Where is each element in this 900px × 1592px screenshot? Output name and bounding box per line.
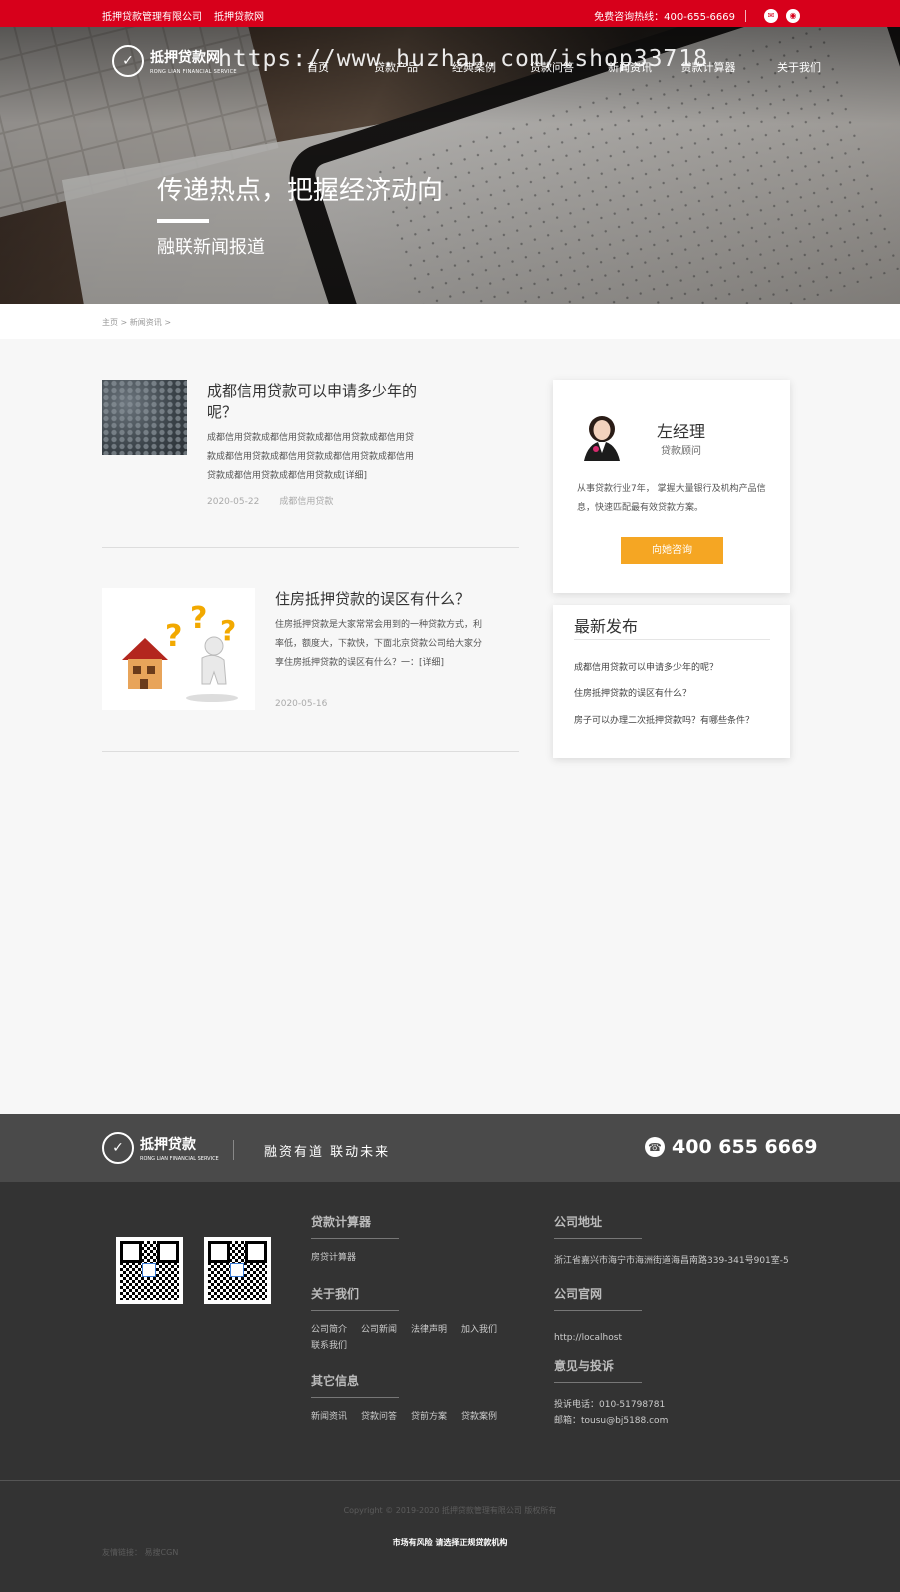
footer-link[interactable]: 贷款案例 bbox=[461, 1412, 497, 1422]
article-title[interactable]: 住房抵押贷款的误区有什么？ bbox=[275, 589, 515, 610]
article-meta: 2020-05-16 bbox=[275, 699, 327, 709]
footer-link[interactable]: 公司新闻 bbox=[361, 1325, 397, 1335]
advisor-intro: 从事贷款行业7年， 掌握大量银行及机构产品信息，快速匹配最有效贷款方案。 bbox=[577, 484, 766, 513]
hotline-text: 免费咨询热线：400-655-6669 bbox=[594, 12, 735, 23]
article-thumbnail[interactable]: ? ? ? bbox=[102, 588, 255, 710]
house-question-illustration: ? ? ? bbox=[122, 601, 238, 702]
footer-link[interactable]: 贷前方案 bbox=[411, 1412, 447, 1422]
consult-button[interactable]: 向她咨询 bbox=[621, 537, 723, 564]
top-bar: 抵押贷款管理有限公司 抵押贷款网 免费咨询热线：400-655-6669 ✉ ◉ bbox=[0, 0, 900, 27]
article-tag[interactable]: 成都信用贷款 bbox=[279, 497, 333, 507]
footer-heading-underline bbox=[554, 1310, 642, 1311]
hero-subtitle: 融联新闻报道 bbox=[157, 237, 265, 258]
footer-col-other: 其它信息 新闻资讯 贷款问答 贷前方案 贷款案例 bbox=[311, 1372, 521, 1422]
footer-heading-underline bbox=[554, 1382, 642, 1383]
site-link[interactable]: 抵押贷款网 bbox=[214, 8, 264, 23]
article-desc: 成都信用贷款成都信用贷款成都信用贷款成都信用贷款成都信用贷款成都信用贷款成都信用… bbox=[207, 433, 415, 481]
article-meta: 2020-05-22 成都信用贷款 bbox=[207, 494, 333, 507]
footer-heading: 贷款计算器 bbox=[311, 1215, 372, 1229]
footer-divider bbox=[233, 1140, 234, 1160]
wechat-icon[interactable]: ✉ bbox=[764, 8, 778, 23]
footer-complaint-email: 邮箱：tousu@bj5188.com bbox=[554, 1416, 669, 1426]
breadcrumb-text[interactable]: 主页 > 新闻资讯 > bbox=[102, 317, 171, 328]
footer-heading-underline bbox=[311, 1238, 399, 1239]
footer-col-calculator: 贷款计算器 房贷计算器 bbox=[311, 1213, 521, 1263]
divider bbox=[745, 9, 746, 22]
article-desc: 住房抵押贷款是大家常常会用到的一种贷款方式，利率低，额度大，下款快，下面北京贷款… bbox=[275, 620, 483, 668]
friend-links[interactable]: 友情链接： 易搜CGN bbox=[102, 1547, 178, 1558]
footer-heading: 关于我们 bbox=[311, 1287, 360, 1301]
nav-item-about[interactable]: 关于我们 bbox=[747, 59, 821, 75]
footer-heading: 公司官网 bbox=[554, 1287, 603, 1301]
recent-post-link[interactable]: 房子可以办理二次抵押贷款吗？有哪些条件？ bbox=[574, 713, 754, 726]
recent-posts-card: 最新发布 成都信用贷款可以申请多少年的呢？ 住房抵押贷款的误区有什么？ 房子可以… bbox=[553, 605, 790, 758]
logo-icon: ✓ bbox=[112, 45, 144, 77]
copyright-text: Copyright © 2019-2020 抵押贷款管理有限公司 版权所有 bbox=[343, 1506, 557, 1515]
hero-text: 传递热点，把握经济动向 融联新闻报道 bbox=[157, 170, 443, 259]
advisor-name: 左经理 bbox=[657, 422, 706, 441]
hero-title-underline bbox=[157, 219, 209, 223]
hero-title: 传递热点，把握经济动向 bbox=[157, 176, 444, 206]
advisor-avatar bbox=[584, 416, 620, 461]
article-thumbnail[interactable] bbox=[102, 380, 187, 455]
footer-website-link[interactable]: http://localhost bbox=[554, 1333, 622, 1343]
footer-col-about: 关于我们 公司简介 公司新闻 法律声明 加入我们 联系我们 bbox=[311, 1285, 521, 1351]
footer-heading: 意见与投诉 bbox=[554, 1359, 615, 1373]
watermark-text: https://www.huzhan.com/ishop33718 bbox=[218, 46, 708, 72]
footer-logo[interactable]: ✓ 抵押贷款 RONG LIAN FINANCIAL SERVICE bbox=[102, 1132, 219, 1164]
list-item[interactable]: ? ? ? 住房抵押贷款的误区有什么？ 住房抵押贷款是大家常常会用到的一种贷款方… bbox=[102, 588, 519, 752]
footer-logo-en: RONG LIAN FINANCIAL SERVICE bbox=[140, 1156, 219, 1162]
recent-post-link[interactable]: 成都信用贷款可以申请多少年的呢？ bbox=[574, 660, 718, 673]
qr-code-icon bbox=[204, 1237, 271, 1304]
article-date: 2020-05-16 bbox=[275, 699, 328, 709]
footer-heading-underline bbox=[311, 1397, 399, 1398]
footer-heading: 公司地址 bbox=[554, 1215, 603, 1229]
recent-posts-title: 最新发布 bbox=[574, 617, 639, 636]
footer-phone: ☎ 400 655 6669 bbox=[645, 1136, 817, 1158]
footer-complaint-phone: 投诉电话：010-51798781 bbox=[554, 1400, 666, 1410]
company-link[interactable]: 抵押贷款管理有限公司 bbox=[102, 8, 202, 23]
recent-post-link[interactable]: 住房抵押贷款的误区有什么？ bbox=[574, 686, 691, 699]
footer-heading-underline bbox=[554, 1238, 642, 1239]
svg-text:?: ? bbox=[220, 614, 236, 647]
footer-link[interactable]: 加入我们 bbox=[461, 1325, 497, 1335]
article-title[interactable]: 成都信用贷款可以申请多少年的呢？ bbox=[207, 381, 427, 423]
footer-col-address: 公司地址 浙江省嘉兴市海宁市海洲街道海昌南路339-341号901室-5 bbox=[554, 1213, 789, 1269]
breadcrumb: 主页 > 新闻资讯 > bbox=[0, 304, 900, 339]
footer-main: 贷款计算器 房贷计算器 关于我们 公司简介 公司新闻 法律声明 加入我们 联系我… bbox=[0, 1182, 900, 1480]
footer-link[interactable]: 法律声明 bbox=[411, 1325, 447, 1335]
recent-posts-divider bbox=[574, 639, 770, 640]
footer-address-text: 浙江省嘉兴市海宁市海洲街道海昌南路339-341号901室-5 bbox=[554, 1256, 789, 1266]
footer-link[interactable]: 新闻资讯 bbox=[311, 1412, 347, 1422]
footer-heading-underline bbox=[311, 1310, 399, 1311]
footer-link[interactable]: 房贷计算器 bbox=[311, 1253, 356, 1263]
footer-band: ✓ 抵押贷款 RONG LIAN FINANCIAL SERVICE 融资有道 … bbox=[0, 1114, 900, 1182]
qr-code-icon bbox=[116, 1237, 183, 1304]
footer-link[interactable]: 贷款问答 bbox=[361, 1412, 397, 1422]
footer-phone-number: 400 655 6669 bbox=[672, 1136, 818, 1158]
svg-text:?: ? bbox=[165, 619, 182, 654]
list-item[interactable]: 成都信用贷款可以申请多少年的呢？ 成都信用贷款成都信用贷款成都信用贷款成都信用贷… bbox=[102, 380, 519, 548]
svg-text:?: ? bbox=[190, 601, 207, 636]
weibo-icon[interactable]: ◉ bbox=[786, 8, 800, 23]
phone-icon: ☎ bbox=[645, 1137, 665, 1157]
footer-col-complaint: 意见与投诉 投诉电话：010-51798781 邮箱：tousu@bj5188.… bbox=[554, 1357, 668, 1429]
advisor-card: 左经理 贷款顾问 从事贷款行业7年， 掌握大量银行及机构产品信息，快速匹配最有效… bbox=[553, 380, 790, 593]
footer-heading: 其它信息 bbox=[311, 1374, 360, 1388]
footer-col-website: 公司官网 http://localhost bbox=[554, 1285, 642, 1346]
footer-bottom: Copyright © 2019-2020 抵押贷款管理有限公司 版权所有 市场… bbox=[0, 1480, 900, 1592]
article-date: 2020-05-22 bbox=[207, 497, 260, 507]
footer-link[interactable]: 公司简介 bbox=[311, 1325, 347, 1335]
footer-logo-icon: ✓ bbox=[102, 1132, 134, 1164]
footer-link[interactable]: 联系我们 bbox=[311, 1341, 347, 1351]
footer-slogan: 融资有道 联动未来 bbox=[264, 1145, 391, 1160]
footer-logo-name: 抵押贷款 bbox=[140, 1137, 196, 1153]
advisor-role: 贷款顾问 bbox=[661, 446, 701, 457]
